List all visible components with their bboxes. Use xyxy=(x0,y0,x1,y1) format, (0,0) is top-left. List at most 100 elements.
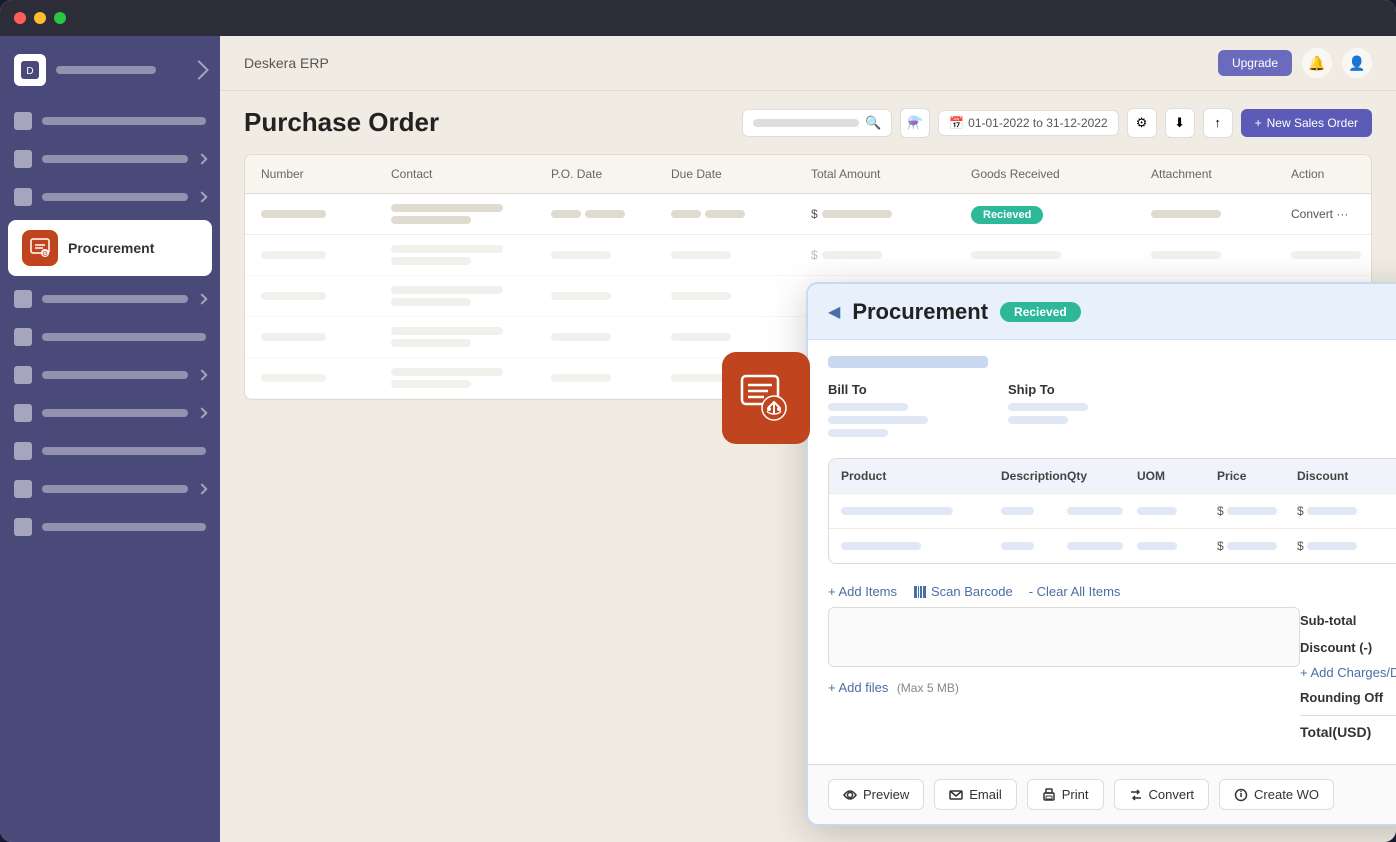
user-avatar[interactable]: 👤 xyxy=(1342,48,1372,78)
sidebar-item-contacts-label xyxy=(42,193,188,201)
print-button[interactable]: Print xyxy=(1027,779,1104,810)
search-box[interactable]: 🔍 xyxy=(742,109,892,137)
procurement-icon: ⚙ xyxy=(22,230,58,266)
col-contact: Contact xyxy=(391,167,551,181)
convert-action[interactable]: Convert ··· xyxy=(1291,207,1372,221)
grid-icon xyxy=(14,112,32,130)
modal-header: ◀ Procurement Recieved Close xyxy=(808,284,1396,340)
sidebar-item-hr[interactable] xyxy=(0,432,220,470)
ship-to-label: Ship To xyxy=(1008,382,1088,397)
bill-to-line1 xyxy=(828,403,908,411)
modal-top-left: Bill To Ship To xyxy=(828,356,1380,442)
product-row-1: $ $ $ xyxy=(829,493,1396,528)
calendar-icon: 📅 xyxy=(949,116,964,130)
modal-top-right: No. Order Date Due Date xyxy=(1380,356,1396,432)
preview-label: Preview xyxy=(863,787,909,802)
sidebar-item-dashboard[interactable] xyxy=(0,102,220,140)
col-goods-received: Goods Received xyxy=(971,167,1151,181)
filter-icon[interactable]: ⚗️ xyxy=(900,108,930,138)
col-number: Number xyxy=(261,167,391,181)
sidebar-item-accounting[interactable] xyxy=(0,470,220,508)
total-row: Total(USD) $ xyxy=(1300,715,1396,748)
convert-button[interactable]: Convert xyxy=(1114,779,1210,810)
date-filter[interactable]: 📅 01-01-2022 to 31-12-2022 xyxy=(938,110,1118,136)
product-2-price: $ xyxy=(1217,539,1297,553)
goods-received-cell: Recieved xyxy=(971,205,1151,224)
minimize-dot[interactable] xyxy=(34,12,46,24)
product-1-name xyxy=(841,507,953,515)
sidebar-item-sales[interactable] xyxy=(0,356,220,394)
date-range-label: 01-01-2022 to 31-12-2022 xyxy=(968,116,1107,130)
notes-textarea[interactable] xyxy=(828,607,1300,667)
info-icon xyxy=(1234,788,1248,802)
chevron-right-icon xyxy=(196,153,207,164)
sidebar-item-manufacturing[interactable] xyxy=(0,318,220,356)
sidebar-item-accounting-label xyxy=(42,485,188,493)
add-files-button[interactable]: + Add files xyxy=(828,680,888,695)
sidebar-procurement-label: Procurement xyxy=(68,240,154,256)
sidebar-item-settings-label xyxy=(42,409,188,417)
inventory-icon xyxy=(14,290,32,308)
preview-button[interactable]: Preview xyxy=(828,779,924,810)
email-button[interactable]: Email xyxy=(934,779,1017,810)
share-icon[interactable]: ↑ xyxy=(1203,108,1233,138)
logo-icon: D xyxy=(14,54,46,86)
search-icon[interactable]: 🔍 xyxy=(865,115,881,131)
sidebar-item-inventory[interactable] xyxy=(0,280,220,318)
clear-items-button[interactable]: - Clear All Items xyxy=(1029,584,1121,599)
barcode-icon xyxy=(913,585,927,599)
sidebar-item-contacts[interactable] xyxy=(0,178,220,216)
procurement-icon-overlay xyxy=(722,352,810,444)
procurement-modal: ◀ Procurement Recieved Close xyxy=(806,282,1396,826)
create-wo-button[interactable]: Create WO xyxy=(1219,779,1334,810)
page-actions: 🔍 ⚗️ 📅 01-01-2022 to 31-12-2022 ⚙ ⬇ ↑ + … xyxy=(742,108,1372,138)
sidebar-item-reports-label xyxy=(42,155,188,163)
create-wo-label: Create WO xyxy=(1254,787,1319,802)
product-1-price: $ xyxy=(1217,504,1297,518)
meta-order-date-row: Order Date xyxy=(1380,375,1396,389)
chevron-right-icon xyxy=(196,293,207,304)
chevron-right-icon xyxy=(196,483,207,494)
received-badge: Recieved xyxy=(971,206,1043,224)
sidebar-item-dashboard-label xyxy=(42,117,206,125)
product-1-desc xyxy=(1001,507,1034,515)
add-items-button[interactable]: + Add Items xyxy=(828,584,897,599)
settings-icon[interactable]: ⚙ xyxy=(1127,108,1157,138)
bill-to-block: Bill To xyxy=(828,382,928,442)
main-content: Deskera ERP Upgrade 🔔 👤 Purchase Order 🔍… xyxy=(220,36,1396,842)
upgrade-button[interactable]: Upgrade xyxy=(1218,50,1292,76)
rounding-row: Rounding Off xyxy=(1300,684,1396,711)
contacts-icon xyxy=(14,188,32,206)
download-icon[interactable]: ⬇ xyxy=(1165,108,1195,138)
attachment-cell xyxy=(1151,210,1221,218)
sidebar-item-reports[interactable] xyxy=(0,140,220,178)
subtotal-row: Sub-total $ xyxy=(1300,607,1396,634)
sidebar-collapse-icon[interactable] xyxy=(189,60,209,80)
subtotal-label: Sub-total xyxy=(1300,613,1356,628)
top-header: Deskera ERP Upgrade 🔔 👤 xyxy=(220,36,1396,91)
email-icon xyxy=(949,788,963,802)
sidebar-item-procurement[interactable]: ⚙ Procurement xyxy=(8,220,212,276)
modal-header-left: ◀ Procurement Recieved xyxy=(828,299,1081,325)
print-label: Print xyxy=(1062,787,1089,802)
add-charges-button[interactable]: + Add Charges/Discount xyxy=(1300,661,1396,684)
product-1-qty xyxy=(1067,507,1123,515)
back-icon[interactable]: ◀ xyxy=(828,302,840,322)
contact-cell-2 xyxy=(391,216,471,224)
maximize-dot[interactable] xyxy=(54,12,66,24)
sidebar-item-system[interactable] xyxy=(0,508,220,546)
new-sales-button[interactable]: + New Sales Order xyxy=(1241,109,1372,137)
due-date-cell xyxy=(671,210,701,218)
sidebar-item-settings[interactable] xyxy=(0,394,220,432)
product-1-uom xyxy=(1137,507,1177,515)
chevron-right-icon xyxy=(196,369,207,380)
notification-icon[interactable]: 🔔 xyxy=(1302,48,1332,78)
svg-text:D: D xyxy=(26,66,33,77)
col-total: Total Amount xyxy=(811,167,971,181)
scan-barcode-button[interactable]: Scan Barcode xyxy=(913,584,1013,599)
col-qty: Qty xyxy=(1067,469,1137,483)
table-row[interactable]: $ Recieved Convert ··· xyxy=(245,194,1371,235)
app-window: D ⚙ xyxy=(0,0,1396,842)
svg-text:⚙: ⚙ xyxy=(42,250,48,258)
close-dot[interactable] xyxy=(14,12,26,24)
